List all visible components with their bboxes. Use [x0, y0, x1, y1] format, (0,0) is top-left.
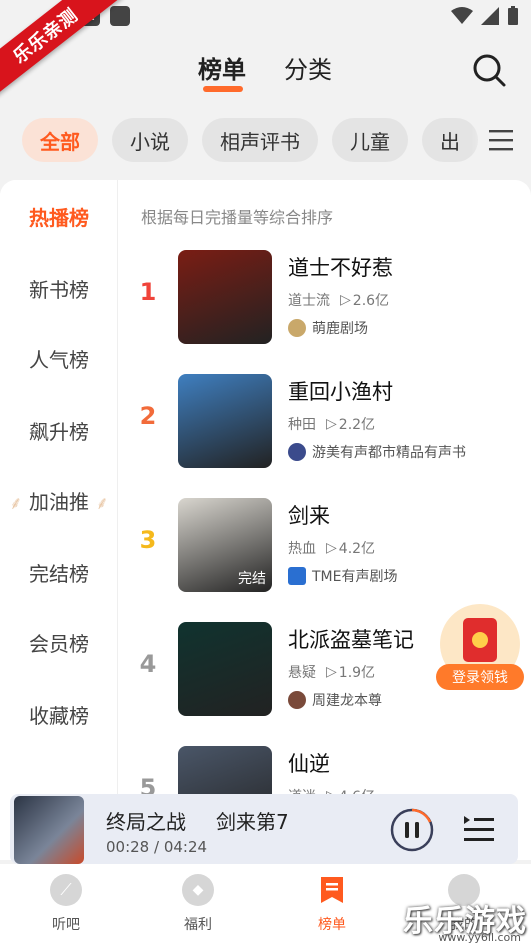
nav-listen[interactable]: ⟋ 听吧: [26, 874, 106, 934]
menu-icon: [489, 130, 513, 151]
watermark-url: www.yy6ll.com: [438, 931, 521, 944]
wifi-icon: [451, 7, 473, 24]
chip-all[interactable]: 全部: [22, 118, 98, 162]
chip-children[interactable]: 儿童: [332, 118, 408, 162]
laurel-left-icon: ⸙: [9, 493, 23, 514]
sidebar-item-favorite[interactable]: 收藏榜: [0, 700, 118, 729]
sidebar-item-new[interactable]: 新书榜: [0, 274, 118, 303]
compass-icon: ⟋: [50, 874, 82, 906]
book-title: 重回小渔村: [288, 380, 393, 404]
sidebar-item-vip[interactable]: 会员榜: [0, 628, 118, 657]
source-name: 游美有声都市精品有声书: [312, 445, 466, 461]
ranking-hint: 根据每日完播量等综合排序: [141, 208, 334, 227]
login-reward-button[interactable]: 登录领钱: [436, 604, 524, 690]
play-icon: ▷: [326, 540, 337, 556]
sidebar-item-boost-label: 加油推: [29, 490, 89, 514]
book-cover: [178, 250, 272, 344]
player-time: 00:28 / 04:24: [106, 838, 208, 856]
play-icon: ▷: [340, 292, 351, 308]
red-packet-icon: [463, 618, 497, 662]
book-tag: 道士流: [288, 293, 330, 309]
play-icon: ▷: [326, 664, 337, 680]
battery-icon: [508, 6, 518, 25]
nav-welfare[interactable]: ◆ 福利: [158, 874, 238, 934]
laurel-right-icon: ⸙: [95, 493, 109, 514]
sidebar-item-popular[interactable]: 人气榜: [0, 344, 118, 373]
player-track-title: 终局之战 剑来第7: [106, 806, 346, 835]
sidebar-item-rising[interactable]: 飙升榜: [0, 416, 118, 445]
book-source: 周建龙本尊: [288, 690, 382, 710]
category-chips: 全部 小说 相声评书 儿童 出: [22, 118, 531, 162]
ranking-sidebar: 热播榜 新书榜 人气榜 飙升榜 ⸙ 加油推 ⸙ 完结榜 会员榜 收藏榜: [0, 180, 118, 860]
sidebar-item-boost[interactable]: ⸙ 加油推 ⸙: [0, 486, 118, 515]
chips-menu-button[interactable]: [471, 114, 531, 166]
book-tag: 悬疑: [288, 665, 316, 681]
chip-more[interactable]: 出: [422, 118, 478, 162]
avatar: [288, 443, 306, 461]
mini-player[interactable]: 终局之战 剑来第7 00:28 / 04:24: [10, 794, 518, 864]
search-icon[interactable]: [471, 52, 507, 88]
tab-rank[interactable]: 榜单: [198, 50, 246, 85]
book-tag: 种田: [288, 417, 316, 433]
ranking-panel: 热播榜 新书榜 人气榜 飙升榜 ⸙ 加油推 ⸙ 完结榜 会员榜 收藏榜 根据每日…: [0, 180, 531, 860]
bookmark-icon: [316, 874, 348, 906]
book-cover: 完结: [178, 498, 272, 592]
rank-number: 1: [139, 278, 157, 306]
book-meta: 热血 ▷ 4.2亿: [288, 538, 375, 558]
book-source: TME有声剧场: [288, 566, 397, 586]
book-title: 北派盗墓笔记: [288, 628, 414, 652]
playlist-icon[interactable]: [462, 812, 496, 846]
play-count: 1.9亿: [338, 665, 376, 681]
book-meta: 悬疑 ▷ 1.9亿: [288, 662, 375, 682]
book-source: 游美有声都市精品有声书: [288, 442, 466, 462]
source-name: TME有声剧场: [312, 569, 398, 585]
player-cover: [14, 796, 84, 864]
rank-number: 4: [139, 650, 157, 678]
book-cover: [178, 374, 272, 468]
avatar: [288, 691, 306, 709]
book-cover: [178, 622, 272, 716]
play-count: 2.2亿: [338, 417, 376, 433]
source-name: 萌鹿剧场: [312, 321, 368, 337]
nav-label: 听吧: [52, 917, 80, 933]
source-name: 周建龙本尊: [312, 693, 382, 709]
nav-label: 福利: [184, 917, 212, 933]
signal-icon: [481, 7, 499, 25]
rank-number: 2: [139, 402, 157, 430]
notification-icon: [110, 6, 130, 26]
play-count: 2.6亿: [352, 293, 390, 309]
book-title: 剑来: [288, 504, 330, 528]
player-title-b: 剑来第7: [216, 810, 289, 834]
login-reward-label: 登录领钱: [436, 664, 524, 690]
play-icon: ▷: [326, 416, 337, 432]
sidebar-item-hot[interactable]: 热播榜: [0, 202, 118, 231]
book-tag: 热血: [288, 541, 316, 557]
avatar: [288, 567, 306, 585]
sidebar-item-finished[interactable]: 完结榜: [0, 558, 118, 587]
avatar: [288, 319, 306, 337]
chip-crosstalk[interactable]: 相声评书: [202, 118, 318, 162]
book-title: 道士不好惹: [288, 256, 393, 280]
finished-tag: 完结: [238, 571, 266, 587]
book-source: 萌鹿剧场: [288, 318, 368, 338]
tab-category[interactable]: 分类: [284, 50, 332, 85]
book-meta: 种田 ▷ 2.2亿: [288, 414, 375, 434]
active-tab-indicator: [203, 86, 243, 92]
list-item[interactable]: 1 道士不好惹 道士流 ▷ 2.6亿 萌鹿剧场: [130, 250, 530, 346]
nav-rank[interactable]: 榜单: [292, 874, 372, 934]
gift-icon: ◆: [182, 874, 214, 906]
bottom-nav: ⟋ 听吧 ◆ 福利 榜单 我的 乐乐游戏 www.yy6ll.com: [0, 864, 531, 944]
chip-novel[interactable]: 小说: [112, 118, 188, 162]
top-tabs: 榜单 分类: [0, 50, 531, 96]
book-title: 仙逆: [288, 752, 330, 776]
play-count: 4.2亿: [338, 541, 376, 557]
rank-number: 3: [139, 526, 157, 554]
pause-icon[interactable]: [390, 808, 434, 852]
nav-label: 榜单: [318, 917, 346, 933]
list-item[interactable]: 3 完结 剑来 热血 ▷ 4.2亿 TME有声剧场: [130, 498, 530, 594]
player-title-a: 终局之战: [106, 810, 186, 834]
list-item[interactable]: 2 重回小渔村 种田 ▷ 2.2亿 游美有声都市精品有声书: [130, 374, 530, 470]
book-meta: 道士流 ▷ 2.6亿: [288, 290, 389, 310]
